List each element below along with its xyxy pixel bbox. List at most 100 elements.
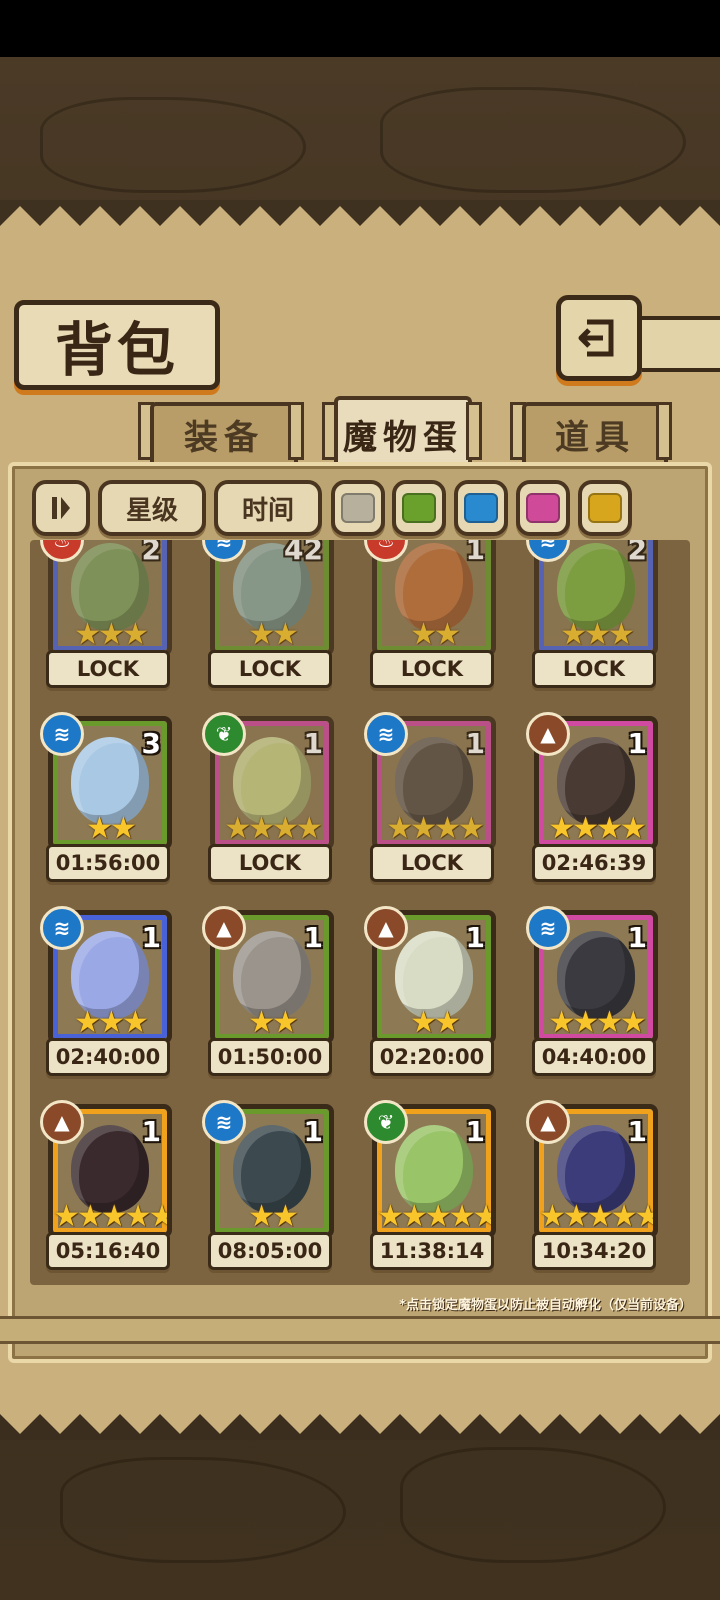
egg-card[interactable]: 1 ★★★ ≋ 02:40:00 bbox=[40, 906, 172, 1080]
star-rating: ★★★★★ bbox=[539, 1199, 658, 1234]
egg-card[interactable]: 1 ★★ ≋ 08:05:00 bbox=[202, 1100, 334, 1274]
water-element-icon: ≋ bbox=[40, 712, 84, 756]
egg-count: 1 bbox=[303, 727, 323, 760]
lock-label[interactable]: LOCK bbox=[46, 650, 170, 688]
star-rating: ★★★★ bbox=[386, 811, 485, 846]
egg-card[interactable]: 1 ★★ ▲ 02:20:00 bbox=[364, 906, 496, 1080]
filter-gold-button[interactable] bbox=[578, 480, 632, 536]
filter-blue-button[interactable] bbox=[454, 480, 508, 536]
green-swatch bbox=[402, 493, 436, 523]
page-title-plate: 背包 bbox=[14, 300, 220, 390]
egg-count: 1 bbox=[303, 921, 323, 954]
filter-gray-button[interactable] bbox=[331, 480, 385, 536]
earth-element-icon: ▲ bbox=[40, 1100, 84, 1144]
nature-element-icon: ❦ bbox=[364, 1100, 408, 1144]
water-element-icon: ≋ bbox=[202, 1100, 246, 1144]
egg-count: 3 bbox=[141, 727, 161, 760]
lock-label[interactable]: LOCK bbox=[208, 650, 332, 688]
hatch-timer: 02:40:00 bbox=[46, 1038, 170, 1076]
tab-equipment[interactable]: 装备 bbox=[150, 402, 298, 462]
egg-count: 1 bbox=[465, 540, 485, 566]
top-zigzag bbox=[0, 200, 720, 226]
star-rating: ★★ bbox=[410, 617, 461, 652]
hatch-timer: 01:56:00 bbox=[46, 844, 170, 882]
lock-label[interactable]: LOCK bbox=[532, 650, 656, 688]
egg-count: 1 bbox=[627, 921, 647, 954]
tab-monster-eggs[interactable]: 魔物蛋 bbox=[334, 396, 472, 468]
star-rating: ★★★ bbox=[74, 1005, 149, 1040]
status-bar bbox=[0, 0, 720, 57]
star-rating: ★★ bbox=[248, 617, 299, 652]
egg-card[interactable]: 1 ★★★★ ❦ LOCK bbox=[202, 712, 334, 886]
water-element-icon: ≋ bbox=[364, 712, 408, 756]
star-rating: ★★★★ bbox=[224, 811, 323, 846]
hatch-timer: 01:50:00 bbox=[208, 1038, 332, 1076]
tab-post bbox=[466, 402, 482, 460]
star-rating: ★★★★ bbox=[548, 811, 647, 846]
egg-count: 1 bbox=[465, 727, 485, 760]
pink-swatch bbox=[526, 493, 560, 523]
hatch-timer: 05:16:40 bbox=[46, 1232, 170, 1270]
egg-card[interactable]: 1 ★★★★ ▲ 02:46:39 bbox=[526, 712, 658, 886]
hatch-timer: 04:40:00 bbox=[532, 1038, 656, 1076]
star-rating: ★★★ bbox=[560, 617, 635, 652]
tab-post bbox=[288, 402, 304, 460]
star-rating: ★★ bbox=[410, 1005, 461, 1040]
egg-count: 1 bbox=[303, 1115, 323, 1148]
star-rating: ★★ bbox=[86, 811, 137, 846]
egg-grid: 2 ★★★ ♨ LOCK 42 ★★ ≋ LOCK 1 ★★ ♨ LOCK 2 ★★★ ≋ LOCK 3 ★★ ≋ 0… bbox=[30, 540, 690, 1285]
lock-label[interactable]: LOCK bbox=[370, 844, 494, 882]
back-button[interactable] bbox=[556, 295, 642, 381]
back-button-rail bbox=[630, 316, 720, 372]
star-rating: ★★★★ bbox=[548, 1005, 647, 1040]
bottom-zigzag bbox=[0, 1414, 720, 1440]
nature-element-icon: ❦ bbox=[202, 712, 246, 756]
lock-label[interactable]: LOCK bbox=[370, 650, 494, 688]
tab-equipment-label: 装备 bbox=[184, 417, 264, 458]
filter-pink-button[interactable] bbox=[516, 480, 570, 536]
star-rating: ★★★ bbox=[74, 617, 149, 652]
egg-count: 1 bbox=[141, 1115, 161, 1148]
lock-label[interactable]: LOCK bbox=[208, 844, 332, 882]
page-title: 背包 bbox=[54, 316, 179, 384]
egg-card[interactable]: 2 ★★★ ≋ LOCK bbox=[526, 540, 658, 692]
earth-element-icon: ▲ bbox=[202, 906, 246, 950]
hatch-timer: 02:46:39 bbox=[532, 844, 656, 882]
panel-bottom-rail bbox=[0, 1316, 720, 1344]
sort-by-stars-button[interactable]: 星级 bbox=[98, 480, 206, 536]
egg-card[interactable]: 1 ★★★★ ≋ 04:40:00 bbox=[526, 906, 658, 1080]
gray-swatch bbox=[341, 493, 375, 523]
gold-swatch bbox=[588, 493, 622, 523]
tab-post bbox=[656, 402, 672, 460]
tab-monster-eggs-label: 魔物蛋 bbox=[343, 417, 463, 458]
star-rating: ★★★★★ bbox=[377, 1199, 496, 1234]
egg-count: 42 bbox=[284, 540, 323, 566]
return-arrow-icon bbox=[578, 319, 614, 357]
star-rating: ★★★★★ bbox=[53, 1199, 172, 1234]
egg-card[interactable]: 1 ★★ ♨ LOCK bbox=[364, 540, 496, 692]
egg-count: 2 bbox=[141, 540, 161, 566]
egg-card[interactable]: 1 ★★★★ ≋ LOCK bbox=[364, 712, 496, 886]
water-element-icon: ≋ bbox=[526, 906, 570, 950]
egg-card[interactable]: 42 ★★ ≋ LOCK bbox=[202, 540, 334, 692]
filter-green-button[interactable] bbox=[392, 480, 446, 536]
egg-card[interactable]: 1 ★★★★★ ▲ 10:34:20 bbox=[526, 1100, 658, 1274]
sort-by-time-button[interactable]: 时间 bbox=[214, 480, 322, 536]
egg-count: 1 bbox=[141, 921, 161, 954]
egg-card[interactable]: 2 ★★★ ♨ LOCK bbox=[40, 540, 172, 692]
water-element-icon: ≋ bbox=[40, 906, 84, 950]
sort-order-button[interactable] bbox=[32, 480, 90, 536]
egg-card[interactable]: 3 ★★ ≋ 01:56:00 bbox=[40, 712, 172, 886]
sort-by-stars-label: 星级 bbox=[125, 495, 178, 526]
egg-card[interactable]: 1 ★★★★★ ▲ 05:16:40 bbox=[40, 1100, 172, 1274]
earth-element-icon: ▲ bbox=[526, 1100, 570, 1144]
egg-card[interactable]: 1 ★★★★★ ❦ 11:38:14 bbox=[364, 1100, 496, 1274]
lock-hint-text: *点击锁定魔物蛋以防止被自动孵化（仅当前设备） bbox=[399, 1298, 692, 1313]
egg-count: 1 bbox=[465, 1115, 485, 1148]
egg-count: 1 bbox=[627, 727, 647, 760]
tab-items-label: 道具 bbox=[555, 417, 635, 458]
tab-items[interactable]: 道具 bbox=[522, 402, 668, 462]
sort-toggle-icon bbox=[52, 497, 70, 519]
egg-card[interactable]: 1 ★★ ▲ 01:50:00 bbox=[202, 906, 334, 1080]
earth-element-icon: ▲ bbox=[526, 712, 570, 756]
